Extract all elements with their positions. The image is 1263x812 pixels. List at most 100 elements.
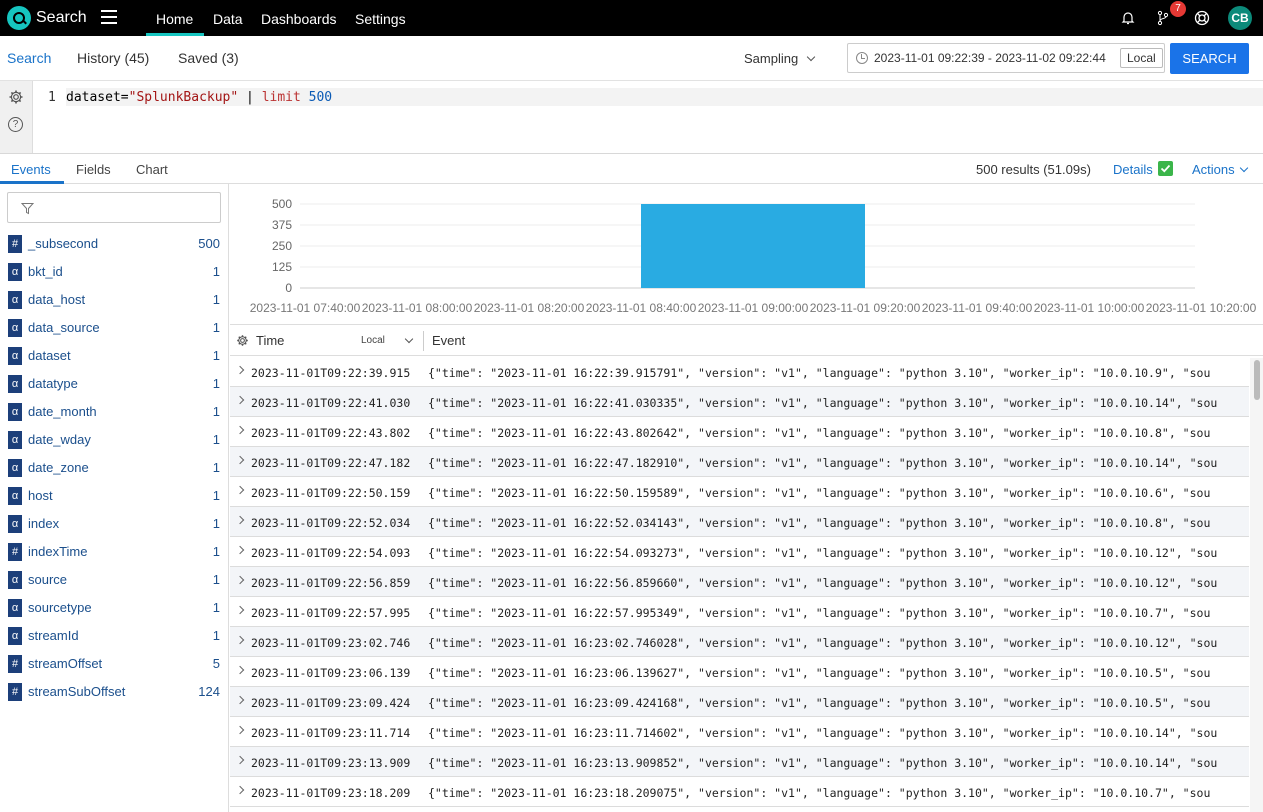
help-question-icon[interactable]: ? xyxy=(8,117,23,132)
expand-chevron-icon[interactable] xyxy=(235,755,245,765)
table-row[interactable]: 2023-11-01T09:22:47.182 {"time": "2023-11… xyxy=(230,447,1249,477)
field-row[interactable]: α date_zone 1 xyxy=(0,454,229,482)
field-name[interactable]: dataset xyxy=(28,348,71,363)
tab-chart[interactable]: Chart xyxy=(136,162,168,177)
actions-dropdown[interactable]: Actions xyxy=(1192,162,1248,177)
expand-chevron-icon[interactable] xyxy=(235,605,245,615)
field-row[interactable]: # indexTime 1 xyxy=(0,538,229,566)
field-name[interactable]: _subsecond xyxy=(28,236,98,251)
column-divider[interactable] xyxy=(423,331,424,351)
user-avatar[interactable]: CB xyxy=(1228,6,1252,30)
field-row[interactable]: # streamOffset 5 xyxy=(0,650,229,678)
field-row[interactable]: α bkt_id 1 xyxy=(0,258,229,286)
field-filter-input[interactable] xyxy=(7,192,221,223)
query-editor[interactable]: ? 1 dataset="SplunkBackup" | limit 500 xyxy=(0,81,1263,154)
table-row[interactable]: 2023-11-01T09:23:02.746 {"time": "2023-11… xyxy=(230,627,1249,657)
field-name[interactable]: data_source xyxy=(28,320,100,335)
field-name[interactable]: source xyxy=(28,572,67,587)
tab-saved[interactable]: Saved (3) xyxy=(178,50,239,66)
table-row[interactable]: 2023-11-01T09:23:09.424 {"time": "2023-11… xyxy=(230,687,1249,717)
nav-data[interactable]: Data xyxy=(213,11,243,27)
nav-home[interactable]: Home xyxy=(156,11,193,27)
table-row[interactable]: 2023-11-01T09:22:39.915 {"time": "2023-11… xyxy=(230,357,1249,387)
field-row[interactable]: α sourcetype 1 xyxy=(0,594,229,622)
field-name[interactable]: streamOffset xyxy=(28,656,102,671)
field-name[interactable]: date_wday xyxy=(28,432,91,447)
expand-chevron-icon[interactable] xyxy=(235,635,245,645)
expand-chevron-icon[interactable] xyxy=(235,695,245,705)
field-name[interactable]: streamSubOffset xyxy=(28,684,125,699)
expand-chevron-icon[interactable] xyxy=(235,455,245,465)
field-row[interactable]: # streamSubOffset 124 xyxy=(0,678,229,706)
table-row[interactable]: 2023-11-01T09:23:13.909 {"time": "2023-11… xyxy=(230,747,1249,777)
expand-chevron-icon[interactable] xyxy=(235,665,245,675)
field-row[interactable]: α data_host 1 xyxy=(0,286,229,314)
expand-chevron-icon[interactable] xyxy=(235,725,245,735)
notifications-bell-icon[interactable] xyxy=(1120,10,1136,26)
tab-search[interactable]: Search xyxy=(7,50,51,66)
expand-chevron-icon[interactable] xyxy=(235,545,245,555)
table-row[interactable]: 2023-11-01T09:22:56.859 {"time": "2023-11… xyxy=(230,567,1249,597)
field-name[interactable]: sourcetype xyxy=(28,600,92,615)
query-text[interactable]: dataset="SplunkBackup" | limit 500 xyxy=(66,90,332,105)
expand-chevron-icon[interactable] xyxy=(235,575,245,585)
field-name[interactable]: host xyxy=(28,488,53,503)
tab-fields[interactable]: Fields xyxy=(76,162,111,177)
field-name[interactable]: datatype xyxy=(28,376,78,391)
field-row[interactable]: α host 1 xyxy=(0,482,229,510)
search-button[interactable]: SEARCH xyxy=(1170,43,1249,74)
table-row[interactable]: 2023-11-01T09:22:52.034 {"time": "2023-11… xyxy=(230,507,1249,537)
table-row[interactable]: 2023-11-01T09:23:18.209 {"time": "2023-11… xyxy=(230,777,1249,807)
expand-chevron-icon[interactable] xyxy=(235,785,245,795)
field-row[interactable]: α index 1 xyxy=(0,510,229,538)
table-row[interactable]: 2023-11-01T09:23:11.714 {"time": "2023-11… xyxy=(230,717,1249,747)
sampling-dropdown[interactable]: Sampling xyxy=(744,51,816,66)
table-row[interactable]: 2023-11-01T09:23:06.139 {"time": "2023-11… xyxy=(230,657,1249,687)
field-row[interactable]: α datatype 1 xyxy=(0,370,229,398)
details-link[interactable]: Details xyxy=(1113,162,1153,177)
timezone-local-button[interactable]: Local xyxy=(1120,48,1163,68)
expand-chevron-icon[interactable] xyxy=(235,425,245,435)
field-row[interactable]: α dataset 1 xyxy=(0,342,229,370)
field-name[interactable]: streamId xyxy=(28,628,79,643)
events-scroll-thumb[interactable] xyxy=(1254,360,1260,400)
hamburger-menu-icon[interactable] xyxy=(101,10,117,24)
field-row[interactable]: α streamId 1 xyxy=(0,622,229,650)
field-row[interactable]: α date_month 1 xyxy=(0,398,229,426)
table-row[interactable]: 2023-11-01T09:22:43.802 {"time": "2023-11… xyxy=(230,417,1249,447)
expand-chevron-icon[interactable] xyxy=(235,365,245,375)
table-row[interactable]: 2023-11-01T09:22:54.093 {"time": "2023-11… xyxy=(230,537,1249,567)
nav-settings[interactable]: Settings xyxy=(355,11,406,27)
tab-history[interactable]: History (45) xyxy=(77,50,149,66)
events-scrollbar[interactable] xyxy=(1250,358,1263,812)
help-lifebuoy-icon[interactable] xyxy=(1194,10,1210,26)
field-name[interactable]: date_zone xyxy=(28,460,89,475)
expand-chevron-icon[interactable] xyxy=(235,485,245,495)
table-row[interactable]: 2023-11-01T09:22:41.030 {"time": "2023-11… xyxy=(230,387,1249,417)
field-row[interactable]: # _subsecond 500 xyxy=(0,230,229,258)
field-name[interactable]: index xyxy=(28,516,59,531)
field-name[interactable]: indexTime xyxy=(28,544,87,559)
tab-events[interactable]: Events xyxy=(11,162,51,177)
time-zone-select[interactable]: Local xyxy=(361,335,385,346)
expand-chevron-icon[interactable] xyxy=(235,515,245,525)
git-branch-icon[interactable] xyxy=(1155,10,1171,26)
expand-chevron-icon[interactable] xyxy=(235,395,245,405)
search-logo-icon[interactable] xyxy=(7,6,31,30)
column-header-event[interactable]: Event xyxy=(432,333,465,348)
table-row[interactable]: 2023-11-01T09:22:50.159 {"time": "2023-11… xyxy=(230,477,1249,507)
time-range-picker[interactable]: 2023-11-01 09:22:39 - 2023-11-02 09:22:4… xyxy=(847,43,1165,73)
gear-icon[interactable] xyxy=(8,89,24,105)
histogram-bar[interactable] xyxy=(641,204,865,288)
nav-dashboards[interactable]: Dashboards xyxy=(261,11,337,27)
field-name[interactable]: date_month xyxy=(28,404,97,419)
field-name[interactable]: data_host xyxy=(28,292,85,307)
field-row[interactable]: α date_wday 1 xyxy=(0,426,229,454)
table-row[interactable]: 2023-11-01T09:22:57.995 {"time": "2023-11… xyxy=(230,597,1249,627)
field-name[interactable]: bkt_id xyxy=(28,264,63,279)
chevron-down-icon[interactable] xyxy=(404,334,414,344)
column-settings-gear-icon[interactable] xyxy=(236,334,249,347)
field-row[interactable]: α source 1 xyxy=(0,566,229,594)
field-row[interactable]: α data_source 1 xyxy=(0,314,229,342)
column-header-time[interactable]: Time xyxy=(256,333,284,348)
